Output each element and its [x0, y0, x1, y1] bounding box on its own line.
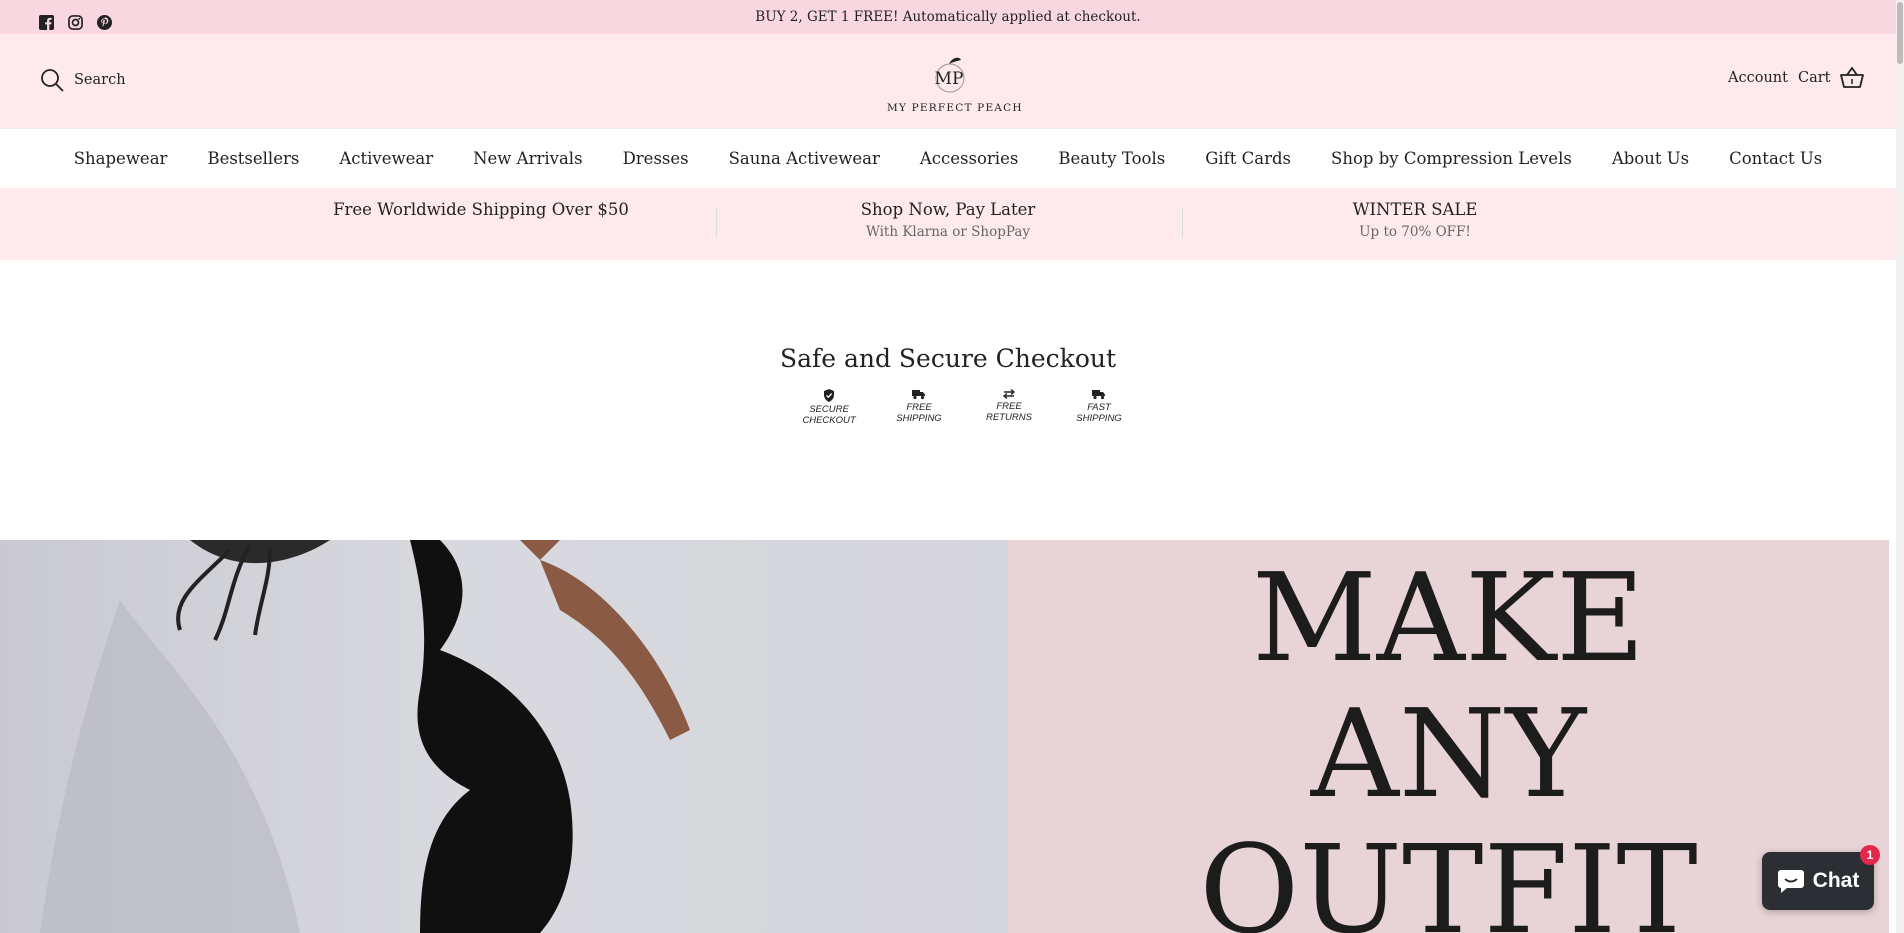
usp-pay-later: Shop Now, Pay Later With Klarna or ShopP…: [718, 200, 1178, 240]
badge-line: RETURNS: [986, 412, 1032, 423]
model-silhouette-image: [40, 540, 690, 933]
hero-line: ANY: [1310, 683, 1587, 825]
chat-button[interactable]: Chat: [1762, 852, 1874, 910]
badge-line: FAST: [1087, 402, 1111, 413]
badge-fast-shipping: FAST SHIPPING: [1054, 389, 1144, 426]
chat-notification-badge: 1: [1860, 845, 1880, 865]
badge-secure-checkout: SECURE CHECKOUT: [784, 389, 874, 426]
nav-item-shapewear[interactable]: Shapewear: [74, 149, 168, 168]
logo-text: MY PERFECT PEACH: [887, 102, 1023, 114]
nav-item-compression-levels[interactable]: Shop by Compression Levels: [1331, 149, 1572, 168]
usp-divider: [716, 208, 717, 238]
usp-subtitle: With Klarna or ShopPay: [865, 224, 1031, 240]
truck-icon: [1092, 390, 1105, 400]
nav-item-gift-cards[interactable]: Gift Cards: [1205, 149, 1291, 168]
badge-line: SHIPPING: [1076, 413, 1122, 424]
badge-line: CHECKOUT: [802, 415, 856, 426]
usp-bar: Free Worldwide Shipping Over $50 Shop No…: [0, 188, 1896, 260]
hero-line: MAKE: [1251, 547, 1646, 689]
store-logo[interactable]: MP MY PERFECT PEACH: [887, 52, 1023, 114]
site-header: Search MP MY PERFECT PEACH Account Cart: [0, 34, 1896, 128]
swap-arrows-icon: [1002, 389, 1016, 399]
nav-item-contact-us[interactable]: Contact Us: [1729, 149, 1822, 168]
scrollbar-thumb[interactable]: [1897, 2, 1903, 64]
badge-line: FREE: [906, 402, 932, 413]
nav-item-bestsellers[interactable]: Bestsellers: [207, 149, 299, 168]
pinterest-icon[interactable]: [96, 9, 113, 30]
secure-checkout-title: Safe and Secure Checkout: [779, 344, 1117, 373]
badge-free-shipping: FREE SHIPPING: [874, 389, 964, 426]
usp-subtitle: Up to 70% OFF!: [1359, 224, 1471, 240]
facebook-icon[interactable]: [38, 9, 55, 30]
main-navigation: Shapewear Bestsellers Activewear New Arr…: [0, 128, 1896, 189]
peach-logo-icon: MP: [935, 57, 965, 93]
announcement-text[interactable]: BUY 2, GET 1 FREE! Automatically applied…: [755, 9, 1140, 25]
nav-item-beauty-tools[interactable]: Beauty Tools: [1058, 149, 1165, 168]
search-label: Search: [74, 72, 126, 88]
nav-item-about-us[interactable]: About Us: [1612, 149, 1689, 168]
badge-line: SECURE: [809, 404, 849, 415]
announcement-bar: BUY 2, GET 1 FREE! Automatically applied…: [0, 0, 1896, 34]
shield-check-icon: [824, 389, 834, 402]
usp-winter-sale: WINTER SALE Up to 70% OFF!: [1185, 200, 1645, 240]
hero-line: OUTFIT: [1199, 819, 1698, 933]
search-button[interactable]: Search: [40, 68, 126, 92]
badge-line: SHIPPING: [896, 413, 942, 424]
truck-icon: [912, 390, 925, 400]
cart-button[interactable]: Cart: [1798, 67, 1865, 89]
basket-icon: [1839, 67, 1864, 88]
nav-item-accessories[interactable]: Accessories: [920, 149, 1018, 168]
nav-item-dresses[interactable]: Dresses: [623, 149, 689, 168]
badge-free-returns: FREE RETURNS: [964, 389, 1054, 426]
trust-badges: SECURE CHECKOUT FREE SHIPPING FREE RETUR…: [784, 389, 1144, 426]
nav-item-sauna-activewear[interactable]: Sauna Activewear: [729, 149, 880, 168]
search-icon: [41, 69, 64, 92]
instagram-icon[interactable]: [67, 9, 84, 30]
social-links: [38, 0, 113, 34]
nav-item-activewear[interactable]: Activewear: [339, 149, 433, 168]
usp-title: Shop Now, Pay Later: [860, 200, 1036, 219]
account-link[interactable]: Account: [1728, 70, 1788, 86]
usp-title: Free Worldwide Shipping Over $50: [333, 200, 629, 219]
badge-line: FREE: [996, 401, 1022, 412]
chat-bubble-icon: [1777, 870, 1804, 893]
hero-model-image[interactable]: [0, 540, 1008, 933]
usp-title: WINTER SALE: [1352, 200, 1478, 219]
hero-headline: MAKE ANY OUTFIT: [1008, 540, 1889, 933]
nav-item-new-arrivals[interactable]: New Arrivals: [473, 149, 582, 168]
usp-shipping: Free Worldwide Shipping Over $50: [251, 200, 711, 219]
usp-divider: [1182, 208, 1183, 238]
chat-label: Chat: [1812, 869, 1860, 892]
page-scrollbar[interactable]: [1896, 0, 1904, 933]
logo-monogram: MP: [935, 69, 964, 89]
hero-banner[interactable]: MAKE ANY OUTFIT: [1008, 540, 1889, 933]
cart-label: Cart: [1798, 70, 1831, 86]
